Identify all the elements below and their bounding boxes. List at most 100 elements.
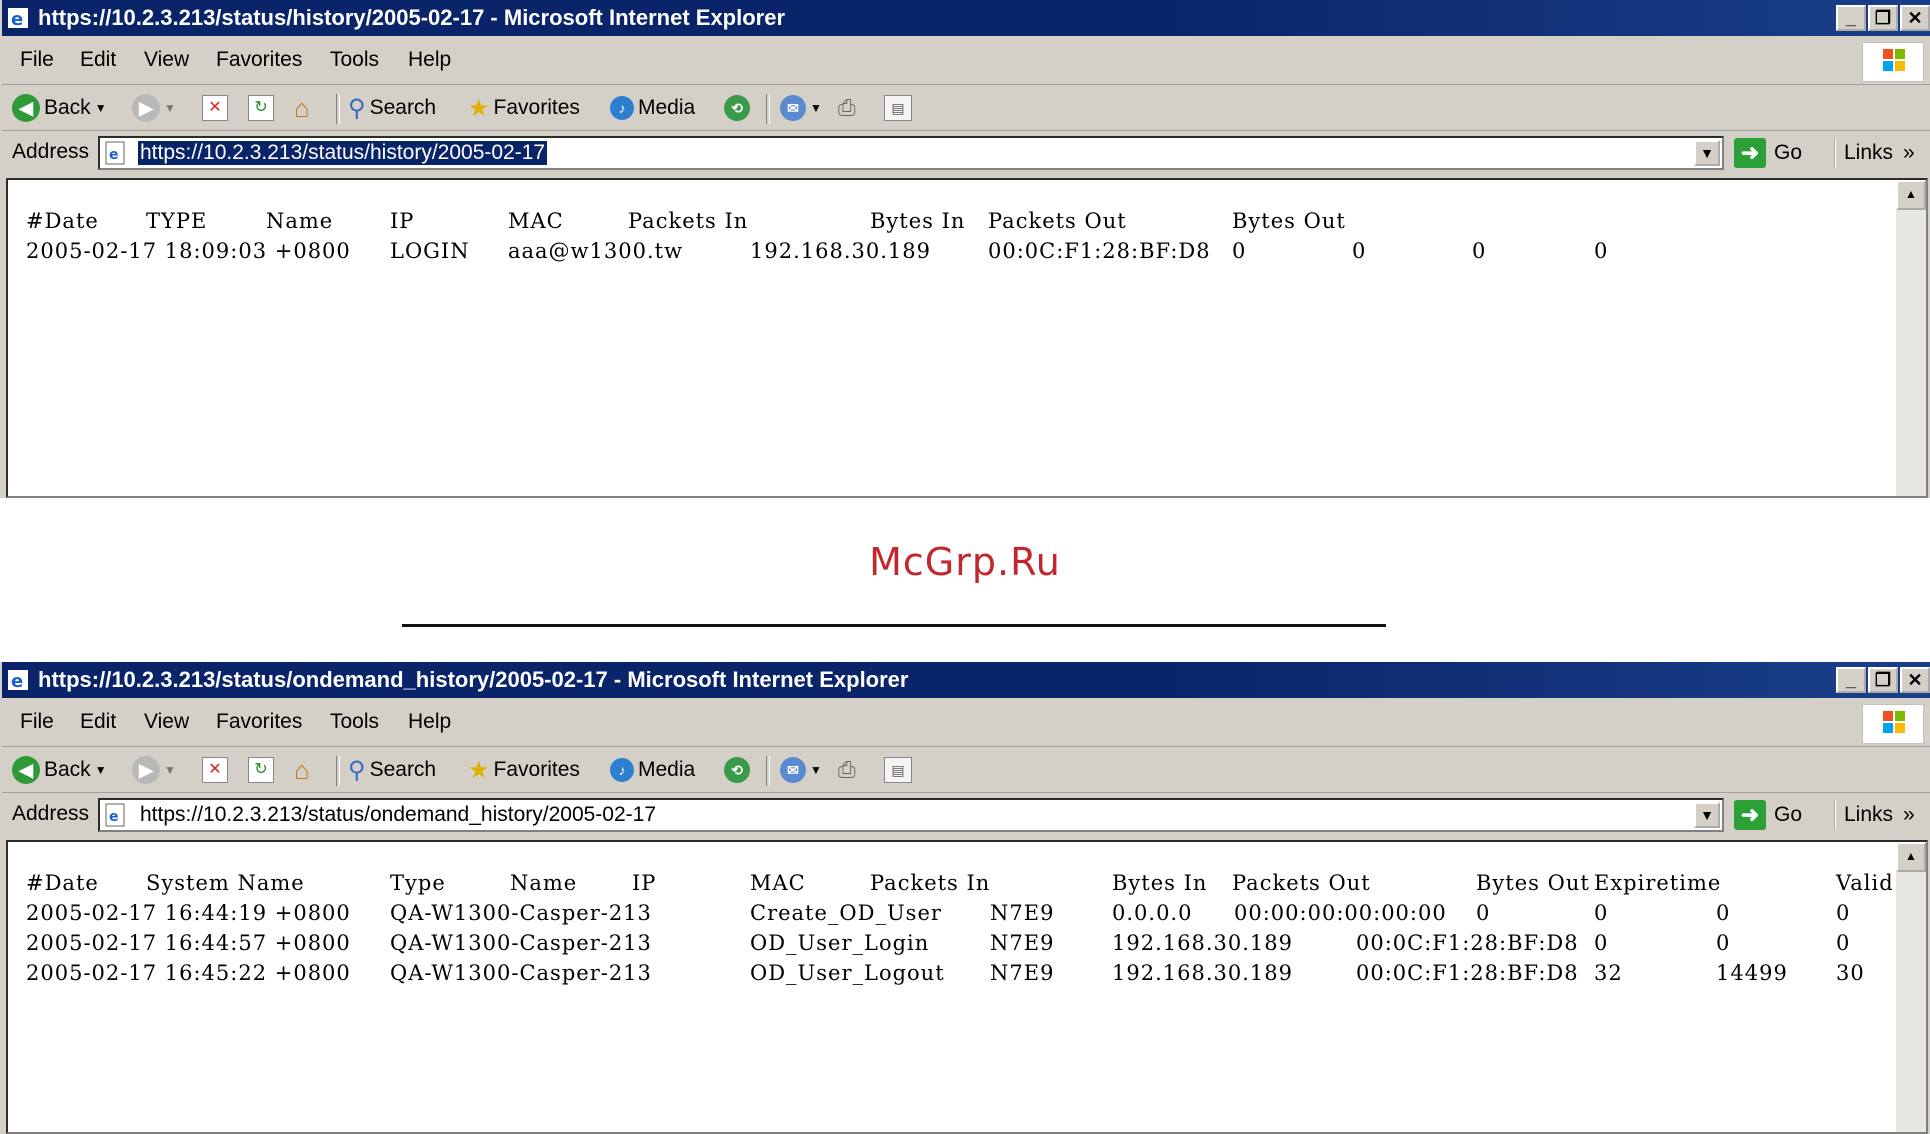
media-icon: ♪ [610, 758, 634, 782]
menu-favorites[interactable]: Favorites [216, 710, 302, 734]
header-cell: Packets In [870, 871, 991, 895]
standard-toolbar: ◀ Back ▼ ▶ ▼ ✕ ↻ ⌂ ⚲ Search ★ Favorites … [2, 86, 1930, 131]
header-cell: Name [510, 871, 578, 895]
header-cell: #Date [26, 871, 99, 895]
row-cell: 0.0.0.0 [1112, 901, 1193, 925]
menu-bar: File Edit View Favorites Tools Help [2, 40, 1930, 85]
go-button[interactable]: ➜ Go [1734, 138, 1802, 168]
menu-file[interactable]: File [20, 48, 54, 72]
history-button[interactable]: ⟲ [724, 754, 750, 786]
restore-button[interactable]: ❐ [1868, 5, 1898, 31]
address-input[interactable]: e https://10.2.3.213/status/history/2005… [98, 136, 1724, 170]
favorites-button[interactable]: ★ Favorites [468, 754, 580, 786]
address-input[interactable]: e https://10.2.3.213/status/ondemand_his… [98, 798, 1724, 832]
title-bar[interactable]: e https://10.2.3.213/status/ondemand_his… [2, 662, 1930, 698]
restore-button[interactable]: ❐ [1868, 667, 1898, 693]
header-cell: MAC [508, 209, 564, 233]
header-cell: IP [632, 871, 657, 895]
search-button[interactable]: ⚲ Search [348, 92, 436, 124]
menu-help[interactable]: Help [408, 48, 451, 72]
back-button[interactable]: ◀ Back ▼ [12, 754, 107, 786]
menu-view[interactable]: View [144, 48, 189, 72]
home-button[interactable]: ⌂ [294, 754, 310, 786]
minimize-button[interactable]: _ [1836, 5, 1866, 31]
menu-help[interactable]: Help [408, 710, 451, 734]
home-button[interactable]: ⌂ [294, 92, 310, 124]
menu-tools[interactable]: Tools [330, 710, 379, 734]
window-title: https://10.2.3.213/status/ondemand_histo… [38, 667, 909, 692]
header-cell: TYPE [146, 209, 208, 233]
address-url-text[interactable]: https://10.2.3.213/status/ondemand_histo… [138, 803, 658, 827]
row-cell: 192.168.30.189 [1112, 931, 1293, 955]
print-icon: ⎙ [838, 757, 856, 782]
svg-text:e: e [11, 671, 23, 692]
print-icon: ⎙ [838, 95, 856, 120]
search-button[interactable]: ⚲ Search [348, 754, 436, 786]
menu-view[interactable]: View [144, 710, 189, 734]
media-button[interactable]: ♪ Media [610, 754, 695, 786]
stop-button[interactable]: ✕ [202, 92, 228, 124]
scroll-up-button[interactable]: ▲ [1896, 842, 1926, 872]
header-cell: Packets Out [988, 209, 1127, 233]
mail-button[interactable]: ✉ ▼ [780, 92, 822, 124]
menu-tools[interactable]: Tools [330, 48, 379, 72]
close-button[interactable]: ✕ [1900, 5, 1930, 31]
menu-edit[interactable]: Edit [80, 710, 116, 734]
forward-arrow-icon: ▶ [132, 756, 160, 784]
address-dropdown-button[interactable]: ▼ [1694, 802, 1720, 828]
scroll-up-button[interactable]: ▲ [1896, 180, 1926, 210]
divider-line [402, 624, 1386, 627]
row-cell: 2005-02-17 18:09:03 +0800 [26, 239, 351, 263]
menu-edit[interactable]: Edit [80, 48, 116, 72]
row-cell: 0 [1836, 931, 1851, 955]
title-bar[interactable]: e https://10.2.3.213/status/history/2005… [2, 0, 1930, 36]
header-cell: Bytes Out [1232, 209, 1346, 233]
row-cell: 192.168.30.189 [1112, 961, 1293, 985]
print-button[interactable]: ⎙ [838, 92, 856, 124]
edit-page-button[interactable]: ▤ [884, 92, 912, 124]
media-button[interactable]: ♪ Media [610, 92, 695, 124]
standard-toolbar: ◀ Back ▼ ▶ ▼ ✕ ↻ ⌂ ⚲ Search ★ Favorites … [2, 748, 1930, 793]
row-cell: 2005-02-17 16:44:57 +0800 [26, 931, 351, 955]
links-button[interactable]: Links » [1834, 138, 1915, 168]
edit-page-button[interactable]: ▤ [884, 754, 912, 786]
header-cell: IP [390, 209, 415, 233]
row-cell: 00:0C:F1:28:BF:D8 [1356, 931, 1579, 955]
menu-file[interactable]: File [20, 710, 54, 734]
forward-arrow-icon: ▶ [132, 94, 160, 122]
menu-favorites[interactable]: Favorites [216, 48, 302, 72]
forward-button[interactable]: ▶ ▼ [132, 754, 176, 786]
stop-button[interactable]: ✕ [202, 754, 228, 786]
history-icon: ⟲ [724, 757, 750, 783]
home-icon: ⌂ [294, 754, 310, 785]
page-ie-icon: e [105, 803, 125, 827]
row-cell: 0 [1232, 239, 1247, 263]
minimize-button[interactable]: _ [1836, 667, 1866, 693]
links-button[interactable]: Links » [1834, 800, 1915, 830]
header-cell: Bytes In [870, 209, 966, 233]
forward-button[interactable]: ▶ ▼ [132, 92, 176, 124]
row-cell: 0 [1716, 931, 1731, 955]
back-button[interactable]: ◀ Back ▼ [12, 92, 107, 124]
vertical-scrollbar[interactable]: ▲ [1896, 180, 1926, 496]
address-dropdown-button[interactable]: ▼ [1694, 140, 1720, 166]
refresh-icon: ↻ [248, 757, 274, 783]
row-cell: 0 [1716, 901, 1731, 925]
go-button[interactable]: ➜ Go [1734, 800, 1802, 830]
toolbar-separator [766, 94, 770, 124]
row-cell: 00:0C:F1:28:BF:D8 [1356, 961, 1579, 985]
close-button[interactable]: ✕ [1900, 667, 1930, 693]
stop-icon: ✕ [202, 757, 228, 783]
vertical-scrollbar[interactable]: ▲ [1896, 842, 1926, 1132]
stop-icon: ✕ [202, 95, 228, 121]
star-icon: ★ [468, 94, 490, 122]
refresh-button[interactable]: ↻ [248, 92, 274, 124]
mail-button[interactable]: ✉ ▼ [780, 754, 822, 786]
row-cell: N7E9 [990, 901, 1055, 925]
print-button[interactable]: ⎙ [838, 754, 856, 786]
history-button[interactable]: ⟲ [724, 92, 750, 124]
address-url-text[interactable]: https://10.2.3.213/status/history/2005-0… [138, 141, 548, 165]
favorites-button[interactable]: ★ Favorites [468, 92, 580, 124]
row-cell: N7E9 [990, 961, 1055, 985]
refresh-button[interactable]: ↻ [248, 754, 274, 786]
